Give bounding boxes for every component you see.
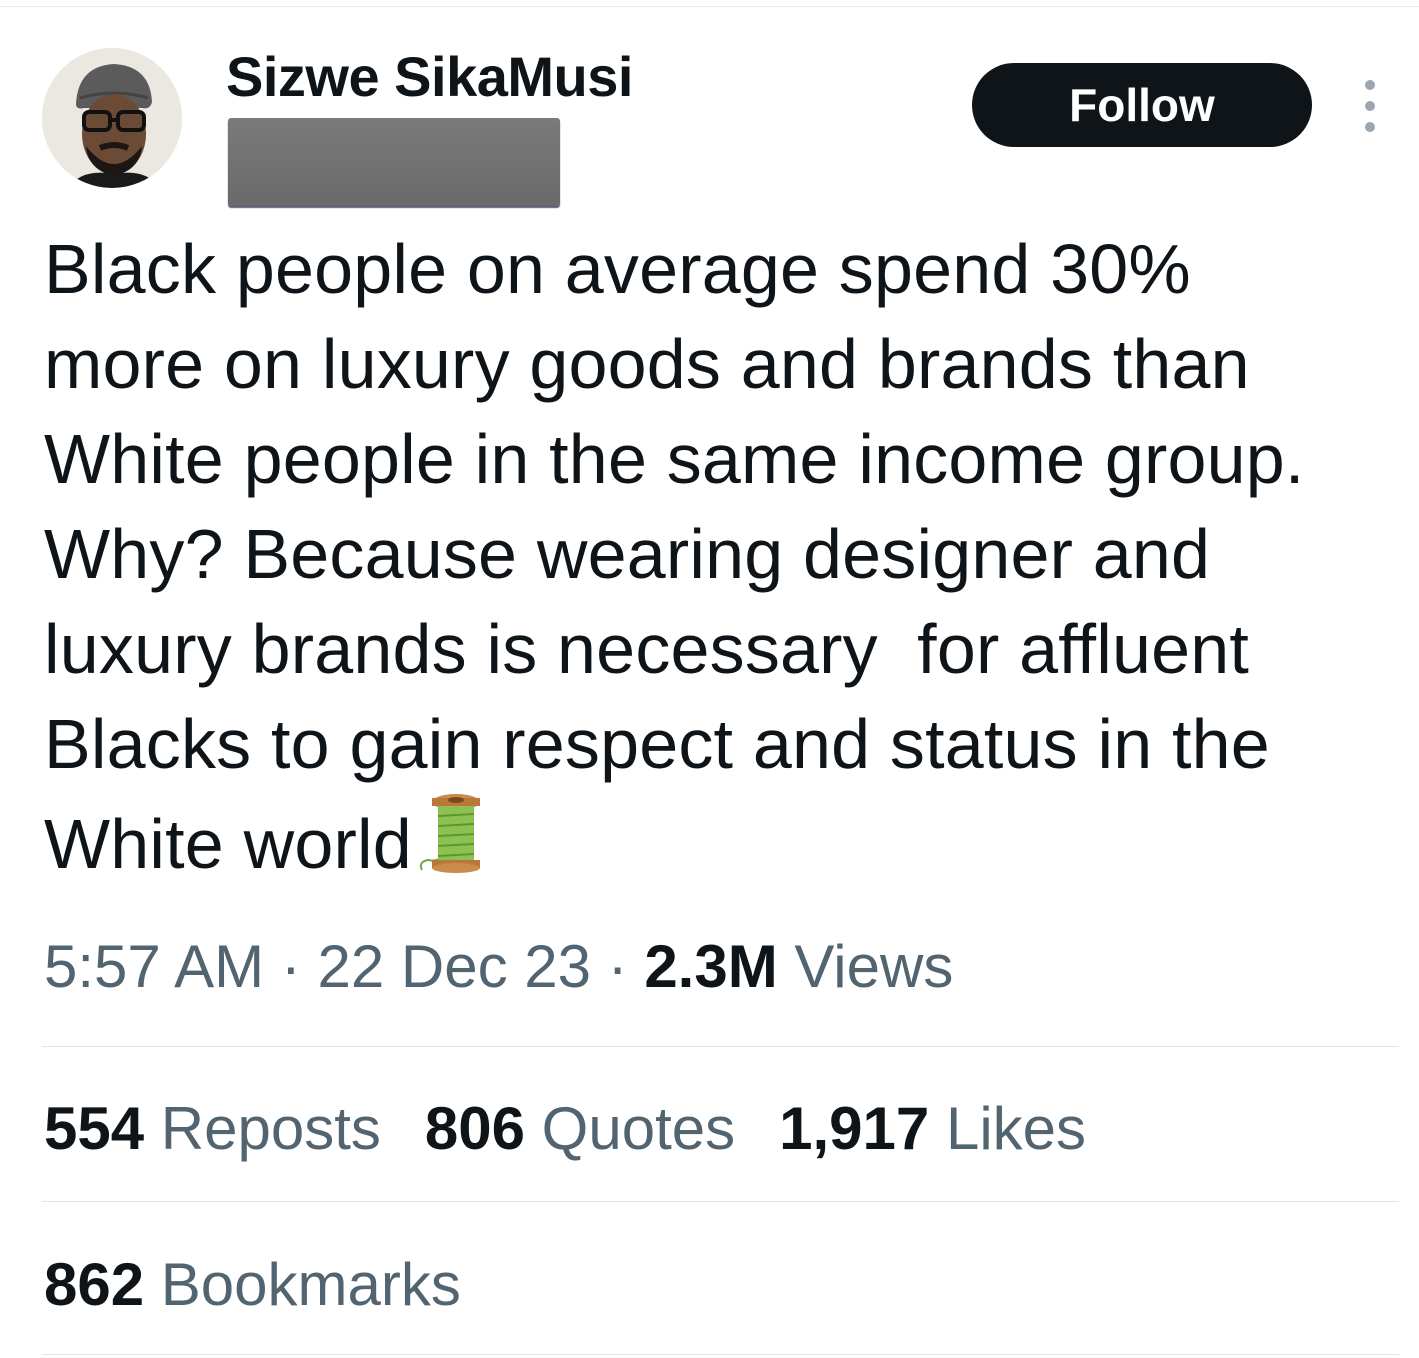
divider [42,1046,1399,1047]
more-vertical-icon-dot [1365,122,1375,132]
divider [42,1201,1399,1202]
tweet-meta: 5:57 AM · 22 Dec 23 · 2.3M Views [44,932,953,1001]
reposts-count: 554 [44,1095,145,1162]
display-name[interactable]: Sizwe SikaMusi [226,44,633,109]
redacted-handle [228,118,560,206]
quotes-count: 806 [424,1095,525,1162]
follow-button[interactable]: Follow [972,63,1312,147]
meta-separator: · [280,933,301,1000]
engagement-stats: 554 Reposts 806 Quotes 1,917 Likes [44,1094,1130,1163]
bookmarks-stat[interactable]: 862 Bookmarks [44,1250,461,1319]
tweet-date[interactable]: 22 Dec 23 [317,933,591,1000]
likes-count: 1,917 [779,1095,930,1162]
quotes-stat[interactable]: 806 Quotes [425,1094,735,1163]
more-vertical-icon [1365,80,1375,90]
tweet-line: White people in the same income group. [44,420,1305,498]
avatar[interactable] [42,48,182,188]
likes-label: Likes [945,1095,1087,1162]
reposts-label: Reposts [160,1095,381,1162]
tweet-line: Why? Because wearing designer and [44,515,1211,593]
tweet-line: more on luxury goods and brands than [44,325,1250,403]
bookmarks-label: Bookmarks [160,1251,461,1318]
spool-of-thread-icon [418,792,488,898]
tweet-line: Black people on average spend 30% [44,230,1191,308]
quotes-label: Quotes [541,1095,736,1162]
tweet-text: Black people on average spend 30% more on… [44,222,1404,898]
views-count: 2.3M [644,933,778,1000]
tweet-line: luxury brands is necessary for affluent [44,610,1250,688]
reposts-stat[interactable]: 554 Reposts [44,1094,381,1163]
views-label: Views [794,933,954,1000]
meta-separator: · [607,933,628,1000]
avatar-photo [42,48,182,188]
tweet-line: Blacks to gain respect and status in the [44,705,1270,783]
more-options-button[interactable] [1352,80,1388,132]
tweet-line-last: White world [44,792,1404,898]
bookmarks-count: 862 [44,1251,145,1318]
divider [42,1354,1399,1355]
top-divider [0,6,1419,7]
tweet-time[interactable]: 5:57 AM [44,933,264,1000]
more-vertical-icon-dot [1365,101,1375,111]
likes-stat[interactable]: 1,917 Likes [779,1094,1086,1163]
tweet-line: White world [44,805,412,883]
